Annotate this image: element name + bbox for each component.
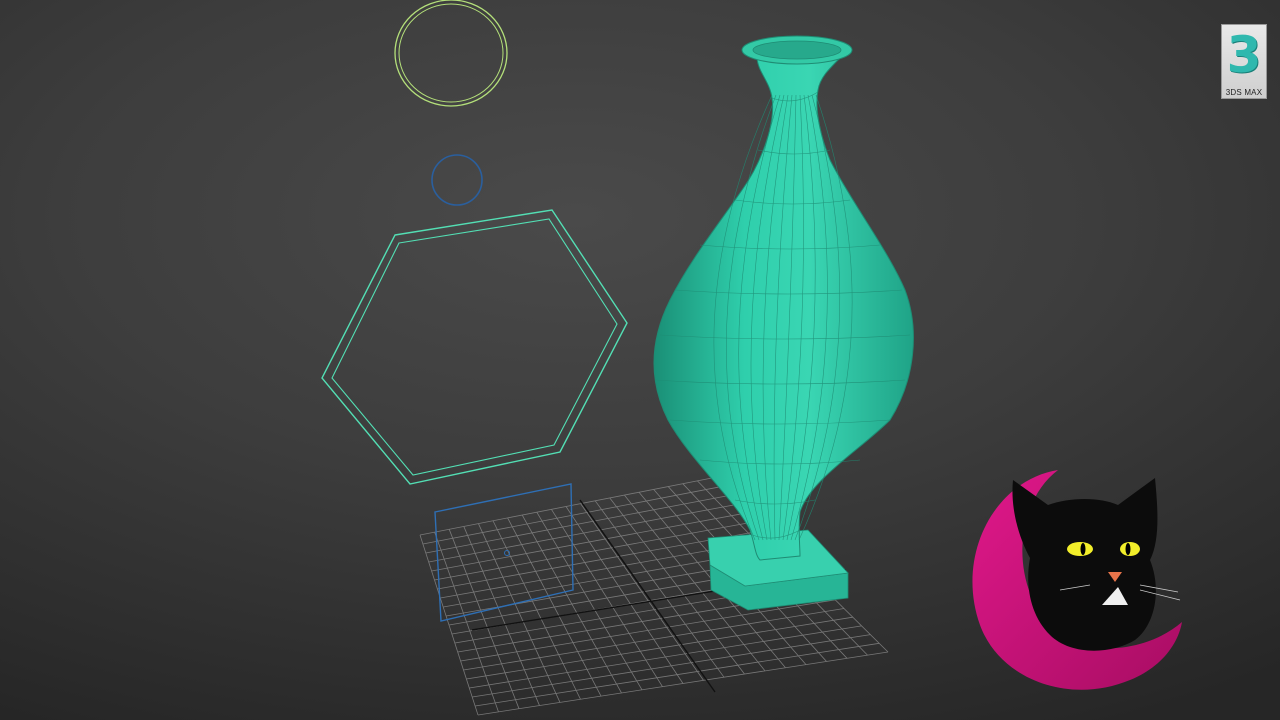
- grid-line: [469, 625, 862, 689]
- cat-pupil-right: [1125, 543, 1131, 555]
- plane-object[interactable]: [434, 483, 574, 622]
- large-circle-spline-outline: [398, 3, 504, 103]
- large-circle-spline[interactable]: [394, 0, 508, 107]
- grid-line: [477, 651, 889, 716]
- black-cat-moon-icon: [972, 470, 1182, 690]
- app-logo-caption: 3DS MAX: [1225, 88, 1263, 97]
- hexagon-spline[interactable]: [321, 209, 628, 485]
- vase-opening: [752, 40, 842, 60]
- 3d-viewport[interactable]: [0, 0, 1280, 720]
- cat-pupil-left: [1080, 543, 1086, 555]
- grid-line: [475, 642, 880, 707]
- cat-eye-left: [1067, 542, 1093, 556]
- vase-body: [653, 57, 914, 561]
- app-logo: 3 3DS MAX: [1221, 24, 1267, 99]
- hexagon-spline-inner: [331, 218, 618, 476]
- app-logo-digit: 3: [1226, 26, 1262, 84]
- vase-object[interactable]: [653, 35, 914, 611]
- grid-line: [472, 634, 871, 698]
- small-circle-spline[interactable]: [431, 154, 483, 206]
